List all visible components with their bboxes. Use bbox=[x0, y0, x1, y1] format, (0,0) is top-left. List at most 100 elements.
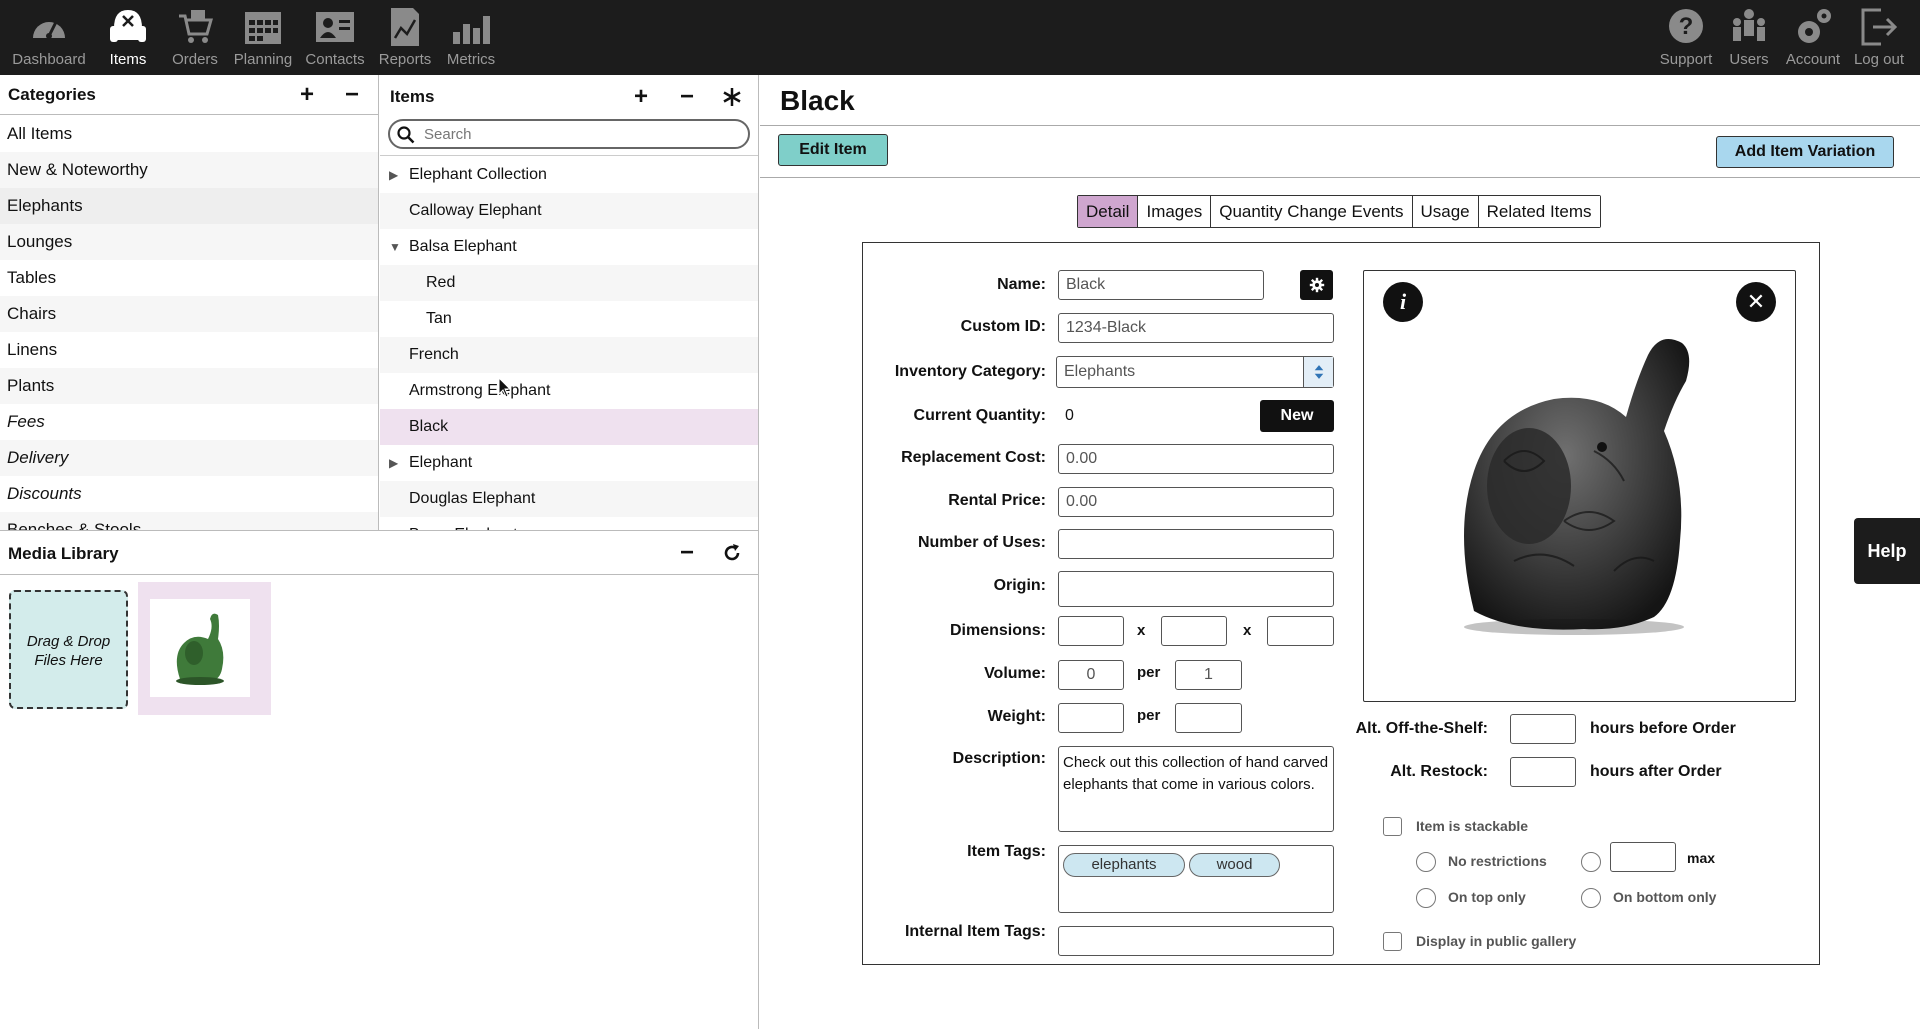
expand-triangle-icon[interactable]: ▶ bbox=[389, 445, 398, 481]
select-stepper-icon[interactable] bbox=[1303, 357, 1333, 387]
rental-price-field[interactable]: 0.00 bbox=[1058, 487, 1334, 517]
on-top-only-label: On top only bbox=[1448, 889, 1526, 905]
collapse-triangle-icon[interactable]: ▼ bbox=[389, 229, 401, 265]
dimension-length-field[interactable] bbox=[1058, 616, 1124, 646]
item-row[interactable]: Calloway Elephant bbox=[380, 193, 758, 229]
custom-id-field[interactable]: 1234-Black bbox=[1058, 313, 1334, 343]
category-item[interactable]: Discounts bbox=[0, 476, 378, 512]
remove-category-button[interactable]: − bbox=[338, 81, 366, 109]
search-input[interactable] bbox=[424, 124, 739, 144]
item-row[interactable]: ▶ Elephant bbox=[380, 445, 758, 481]
report-chart-icon bbox=[391, 8, 419, 46]
items-search[interactable] bbox=[388, 119, 750, 149]
categories-header: Categories + − bbox=[0, 75, 378, 115]
item-row[interactable]: ▼ Balsa Elephant bbox=[380, 229, 758, 265]
number-of-uses-field[interactable] bbox=[1058, 529, 1334, 559]
item-label: Calloway Elephant bbox=[409, 202, 542, 219]
tag-chip[interactable]: wood bbox=[1189, 853, 1280, 877]
volume-per-field[interactable]: 1 bbox=[1175, 660, 1242, 690]
alt-off-shelf-field[interactable] bbox=[1510, 714, 1576, 744]
expand-triangle-icon[interactable]: ▶ bbox=[389, 157, 398, 193]
remove-item-button[interactable]: − bbox=[673, 83, 701, 111]
info-icon[interactable]: i bbox=[1383, 282, 1423, 322]
tag-chip[interactable]: elephants bbox=[1063, 853, 1185, 877]
item-row-child[interactable]: Tan bbox=[380, 301, 758, 337]
refresh-icon[interactable] bbox=[718, 539, 746, 567]
dropzone-text: Drag & Drop Files Here bbox=[26, 633, 111, 669]
tab-images[interactable]: Images bbox=[1138, 196, 1212, 227]
category-item[interactable]: Fees bbox=[0, 404, 378, 440]
category-item[interactable]: All Items bbox=[0, 116, 378, 152]
category-item[interactable]: Lounges bbox=[0, 224, 378, 260]
category-item[interactable]: Plants bbox=[0, 368, 378, 404]
cart-icon bbox=[179, 10, 213, 43]
item-row-child[interactable]: Red bbox=[380, 265, 758, 301]
no-restrictions-label: No restrictions bbox=[1448, 853, 1547, 869]
nav-logout[interactable]: Log out bbox=[1834, 0, 1920, 75]
item-row[interactable]: Armstrong Elephant bbox=[380, 373, 758, 409]
inventory-category-select[interactable]: Elephants bbox=[1056, 356, 1334, 388]
add-item-variation-button[interactable]: Add Item Variation bbox=[1716, 136, 1894, 168]
on-top-only-radio[interactable] bbox=[1416, 888, 1436, 908]
file-dropzone[interactable]: Drag & Drop Files Here bbox=[9, 590, 128, 709]
gear-icon[interactable] bbox=[1300, 270, 1333, 300]
stackable-checkbox[interactable] bbox=[1383, 817, 1402, 836]
origin-field[interactable] bbox=[1058, 571, 1334, 607]
page-title: Black bbox=[780, 85, 855, 116]
category-item[interactable]: Benches & Stools bbox=[0, 512, 378, 530]
description-field[interactable]: Check out this collection of hand carved… bbox=[1058, 746, 1334, 832]
nav-label: Dashboard bbox=[12, 51, 86, 68]
weight-label: Weight: bbox=[987, 708, 1046, 725]
tab-detail[interactable]: Detail bbox=[1078, 196, 1139, 227]
tab-related-items[interactable]: Related Items bbox=[1478, 196, 1600, 227]
max-stack-field[interactable] bbox=[1610, 842, 1676, 872]
new-quantity-button[interactable]: New bbox=[1260, 400, 1334, 432]
add-item-button[interactable]: + bbox=[627, 83, 655, 111]
tab-quantity-change-events[interactable]: Quantity Change Events bbox=[1211, 196, 1413, 227]
tab-usage[interactable]: Usage bbox=[1412, 196, 1479, 227]
category-item[interactable]: Delivery bbox=[0, 440, 378, 476]
selected-category: Elephants bbox=[1064, 363, 1136, 380]
item-row-selected[interactable]: Black bbox=[380, 409, 758, 445]
no-restrictions-radio[interactable] bbox=[1416, 852, 1436, 872]
inventory-category-label: Inventory Category: bbox=[894, 363, 1046, 380]
nav-metrics[interactable]: Metrics bbox=[426, 0, 516, 75]
nav-dashboard[interactable]: Dashboard bbox=[4, 0, 94, 75]
category-item[interactable]: New & Noteworthy bbox=[0, 152, 378, 188]
alt-restock-field[interactable] bbox=[1510, 757, 1576, 787]
asterisk-icon[interactable] bbox=[718, 83, 746, 111]
item-tags-field[interactable]: elephants wood bbox=[1058, 845, 1334, 913]
max-label: max bbox=[1687, 850, 1716, 866]
weight-per-field[interactable] bbox=[1175, 703, 1242, 733]
volume-field[interactable]: 0 bbox=[1058, 660, 1124, 690]
on-bottom-only-radio[interactable] bbox=[1581, 888, 1601, 908]
max-radio[interactable] bbox=[1581, 852, 1601, 872]
category-item-selected[interactable]: Elephants bbox=[0, 188, 378, 224]
item-row[interactable]: French bbox=[380, 337, 758, 373]
divider bbox=[760, 125, 1920, 126]
item-row[interactable]: ▶ Elephant Collection bbox=[380, 157, 758, 193]
media-thumbnail[interactable] bbox=[138, 582, 271, 715]
dimension-separator: x bbox=[1137, 622, 1146, 639]
close-icon[interactable]: ✕ bbox=[1736, 282, 1776, 322]
public-gallery-checkbox[interactable] bbox=[1383, 932, 1402, 951]
dimension-width-field[interactable] bbox=[1161, 616, 1227, 646]
item-row[interactable]: Douglas Elephant bbox=[380, 481, 758, 517]
category-item[interactable]: Linens bbox=[0, 332, 378, 368]
internal-tags-field[interactable] bbox=[1058, 926, 1334, 956]
on-bottom-only-label: On bottom only bbox=[1613, 889, 1717, 905]
dimension-separator: x bbox=[1243, 622, 1252, 639]
weight-field[interactable] bbox=[1058, 703, 1124, 733]
item-row[interactable]: Brass Elephant bbox=[380, 517, 758, 530]
minimize-media-button[interactable]: − bbox=[673, 539, 701, 567]
edit-item-button[interactable]: Edit Item bbox=[778, 134, 888, 166]
name-field[interactable]: Black bbox=[1058, 270, 1264, 300]
category-item[interactable]: Chairs bbox=[0, 296, 378, 332]
dimension-height-field[interactable] bbox=[1267, 616, 1334, 646]
category-item[interactable]: Tables bbox=[0, 260, 378, 296]
rental-price-label: Rental Price: bbox=[948, 492, 1046, 509]
add-category-button[interactable]: + bbox=[293, 81, 321, 109]
replacement-cost-field[interactable]: 0.00 bbox=[1058, 444, 1334, 474]
help-button[interactable]: Help bbox=[1854, 518, 1920, 584]
divider bbox=[380, 155, 758, 156]
